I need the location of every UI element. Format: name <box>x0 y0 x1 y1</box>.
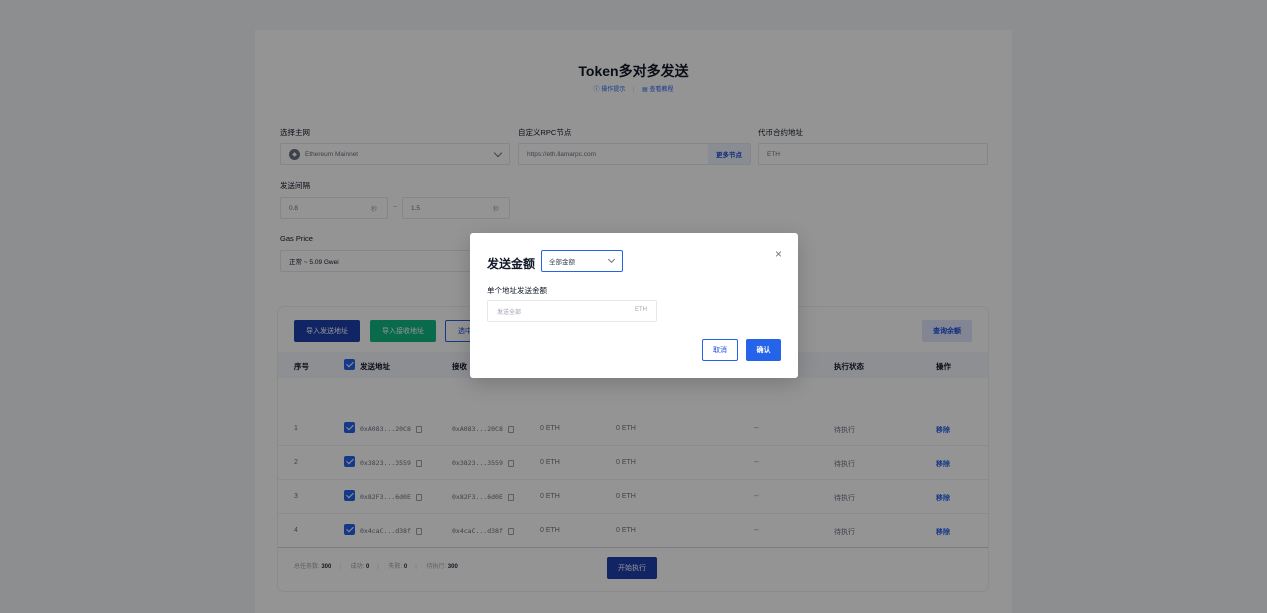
amount-label: 单个地址发送金额 <box>487 286 547 295</box>
confirm-button[interactable]: 确认 <box>746 339 781 361</box>
send-amount-modal: 发送金额 全部金额 × 单个地址发送金额 发送全部 ETH 取消 确认 <box>470 233 798 378</box>
amount-input[interactable]: 发送全部 ETH <box>487 300 657 322</box>
chevron-down-icon <box>607 255 616 264</box>
modal-title: 发送金额 <box>487 257 536 271</box>
close-icon[interactable]: × <box>775 247 782 261</box>
amount-mode-select[interactable]: 全部金额 <box>541 250 623 272</box>
cancel-button[interactable]: 取消 <box>702 339 738 361</box>
